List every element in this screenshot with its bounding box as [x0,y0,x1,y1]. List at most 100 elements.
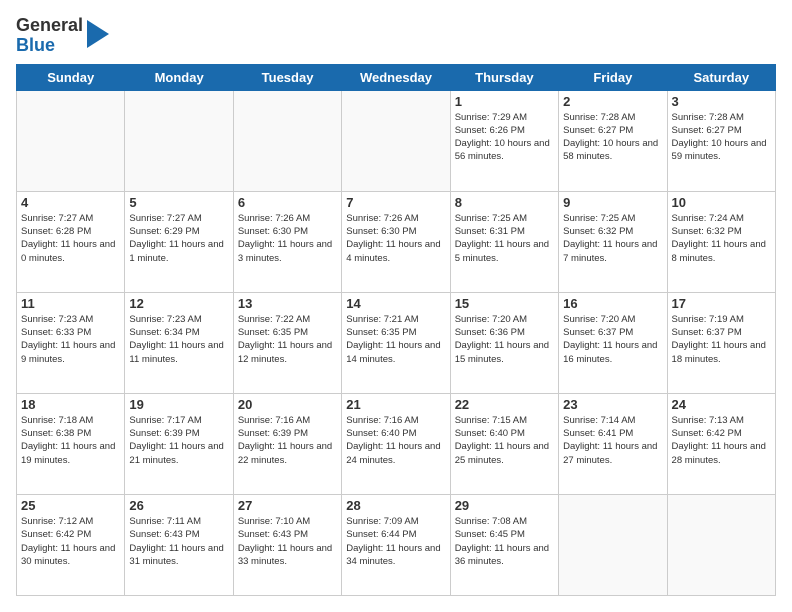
day-number: 9 [563,195,662,210]
day-info: Sunrise: 7:16 AM Sunset: 6:40 PM Dayligh… [346,414,445,467]
calendar-week-row: 4Sunrise: 7:27 AM Sunset: 6:28 PM Daylig… [17,191,776,292]
day-info: Sunrise: 7:25 AM Sunset: 6:31 PM Dayligh… [455,212,554,265]
day-of-week-header: Tuesday [233,64,341,90]
calendar-cell: 13 Sunrise: 7:22 AM Sunset: 6:35 PM Dayli… [233,292,341,393]
calendar-cell: 4Sunrise: 7:27 AM Sunset: 6:28 PM Daylig… [17,191,125,292]
day-number: 22 [455,397,554,412]
calendar-cell: 20 Sunrise: 7:16 AM Sunset: 6:39 PM Dayli… [233,393,341,494]
day-number: 17 [672,296,771,311]
day-number: 10 [672,195,771,210]
calendar-cell: 18 Sunrise: 7:18 AM Sunset: 6:38 PM Dayli… [17,393,125,494]
calendar-cell: 29 Sunrise: 7:08 AM Sunset: 6:45 PM Dayli… [450,494,558,595]
logo: General Blue [16,16,109,56]
day-number: 24 [672,397,771,412]
day-info: Sunrise: 7:14 AM Sunset: 6:41 PM Dayligh… [563,414,662,467]
day-info: Sunrise: 7:26 AM Sunset: 6:30 PM Dayligh… [238,212,337,265]
day-number: 12 [129,296,228,311]
logo-triangle-icon [87,16,109,52]
calendar-cell: 21 Sunrise: 7:16 AM Sunset: 6:40 PM Dayli… [342,393,450,494]
day-info: Sunrise: 7:19 AM Sunset: 6:37 PM Dayligh… [672,313,771,366]
day-number: 20 [238,397,337,412]
day-number: 26 [129,498,228,513]
calendar-week-row: 11Sunrise: 7:23 AM Sunset: 6:33 PM Dayli… [17,292,776,393]
calendar-cell: 25 Sunrise: 7:12 AM Sunset: 6:42 PM Dayli… [17,494,125,595]
day-info: Sunrise: 7:23 AM Sunset: 6:34 PM Dayligh… [129,313,228,366]
day-info: Sunrise: 7:22 AM Sunset: 6:35 PM Dayligh… [238,313,337,366]
calendar-cell: 16 Sunrise: 7:20 AM Sunset: 6:37 PM Dayli… [559,292,667,393]
day-number: 16 [563,296,662,311]
day-of-week-header: Monday [125,64,233,90]
days-of-week-row: SundayMondayTuesdayWednesdayThursdayFrid… [17,64,776,90]
day-of-week-header: Wednesday [342,64,450,90]
calendar-cell: 26 Sunrise: 7:11 AM Sunset: 6:43 PM Dayli… [125,494,233,595]
calendar-table: SundayMondayTuesdayWednesdayThursdayFrid… [16,64,776,596]
calendar-cell: 28 Sunrise: 7:09 AM Sunset: 6:44 PM Dayli… [342,494,450,595]
calendar-cell [125,90,233,191]
day-of-week-header: Saturday [667,64,775,90]
calendar-week-row: 25 Sunrise: 7:12 AM Sunset: 6:42 PM Dayli… [17,494,776,595]
calendar-cell: 6 Sunrise: 7:26 AM Sunset: 6:30 PM Daylig… [233,191,341,292]
day-info: Sunrise: 7:28 AM Sunset: 6:27 PM Dayligh… [563,111,662,164]
calendar-cell: 12 Sunrise: 7:23 AM Sunset: 6:34 PM Dayli… [125,292,233,393]
day-number: 25 [21,498,120,513]
day-number: 1 [455,94,554,109]
day-number: 6 [238,195,337,210]
day-info: Sunrise: 7:28 AM Sunset: 6:27 PM Dayligh… [672,111,771,164]
calendar-cell [17,90,125,191]
day-number: 18 [21,397,120,412]
calendar-cell: 19Sunrise: 7:17 AM Sunset: 6:39 PM Dayli… [125,393,233,494]
calendar-cell: 8 Sunrise: 7:25 AM Sunset: 6:31 PM Daylig… [450,191,558,292]
day-number: 14 [346,296,445,311]
calendar-cell: 24 Sunrise: 7:13 AM Sunset: 6:42 PM Dayli… [667,393,775,494]
day-info: Sunrise: 7:08 AM Sunset: 6:45 PM Dayligh… [455,515,554,568]
day-number: 4 [21,195,120,210]
calendar-week-row: 18 Sunrise: 7:18 AM Sunset: 6:38 PM Dayli… [17,393,776,494]
day-info: Sunrise: 7:11 AM Sunset: 6:43 PM Dayligh… [129,515,228,568]
logo-container: General Blue [16,16,109,56]
day-info: Sunrise: 7:29 AM Sunset: 6:26 PM Dayligh… [455,111,554,164]
day-number: 27 [238,498,337,513]
day-info: Sunrise: 7:27 AM Sunset: 6:29 PM Dayligh… [129,212,228,265]
calendar-cell: 22 Sunrise: 7:15 AM Sunset: 6:40 PM Dayli… [450,393,558,494]
calendar-cell: 2 Sunrise: 7:28 AM Sunset: 6:27 PM Daylig… [559,90,667,191]
day-info: Sunrise: 7:21 AM Sunset: 6:35 PM Dayligh… [346,313,445,366]
day-number: 3 [672,94,771,109]
day-info: Sunrise: 7:10 AM Sunset: 6:43 PM Dayligh… [238,515,337,568]
day-number: 28 [346,498,445,513]
logo-blue: Blue [16,36,83,56]
day-of-week-header: Friday [559,64,667,90]
day-info: Sunrise: 7:25 AM Sunset: 6:32 PM Dayligh… [563,212,662,265]
calendar-cell [233,90,341,191]
day-info: Sunrise: 7:15 AM Sunset: 6:40 PM Dayligh… [455,414,554,467]
calendar-cell: 10 Sunrise: 7:24 AM Sunset: 6:32 PM Dayli… [667,191,775,292]
day-number: 5 [129,195,228,210]
calendar-week-row: 1 Sunrise: 7:29 AM Sunset: 6:26 PM Daylig… [17,90,776,191]
day-number: 19 [129,397,228,412]
page-header: General Blue [16,16,776,56]
calendar-cell: 7Sunrise: 7:26 AM Sunset: 6:30 PM Daylig… [342,191,450,292]
logo-general: General [16,16,83,36]
day-number: 11 [21,296,120,311]
day-number: 13 [238,296,337,311]
day-info: Sunrise: 7:16 AM Sunset: 6:39 PM Dayligh… [238,414,337,467]
calendar-cell: 9 Sunrise: 7:25 AM Sunset: 6:32 PM Daylig… [559,191,667,292]
calendar-cell: 3 Sunrise: 7:28 AM Sunset: 6:27 PM Daylig… [667,90,775,191]
calendar-cell: 11Sunrise: 7:23 AM Sunset: 6:33 PM Dayli… [17,292,125,393]
day-number: 21 [346,397,445,412]
day-number: 15 [455,296,554,311]
calendar-body: 1 Sunrise: 7:29 AM Sunset: 6:26 PM Daylig… [17,90,776,595]
day-info: Sunrise: 7:20 AM Sunset: 6:37 PM Dayligh… [563,313,662,366]
day-of-week-header: Sunday [17,64,125,90]
calendar-cell: 15 Sunrise: 7:20 AM Sunset: 6:36 PM Dayli… [450,292,558,393]
day-number: 29 [455,498,554,513]
day-info: Sunrise: 7:13 AM Sunset: 6:42 PM Dayligh… [672,414,771,467]
day-number: 8 [455,195,554,210]
day-info: Sunrise: 7:24 AM Sunset: 6:32 PM Dayligh… [672,212,771,265]
day-info: Sunrise: 7:18 AM Sunset: 6:38 PM Dayligh… [21,414,120,467]
day-info: Sunrise: 7:20 AM Sunset: 6:36 PM Dayligh… [455,313,554,366]
day-info: Sunrise: 7:12 AM Sunset: 6:42 PM Dayligh… [21,515,120,568]
calendar-cell [559,494,667,595]
day-number: 7 [346,195,445,210]
day-number: 2 [563,94,662,109]
day-info: Sunrise: 7:09 AM Sunset: 6:44 PM Dayligh… [346,515,445,568]
